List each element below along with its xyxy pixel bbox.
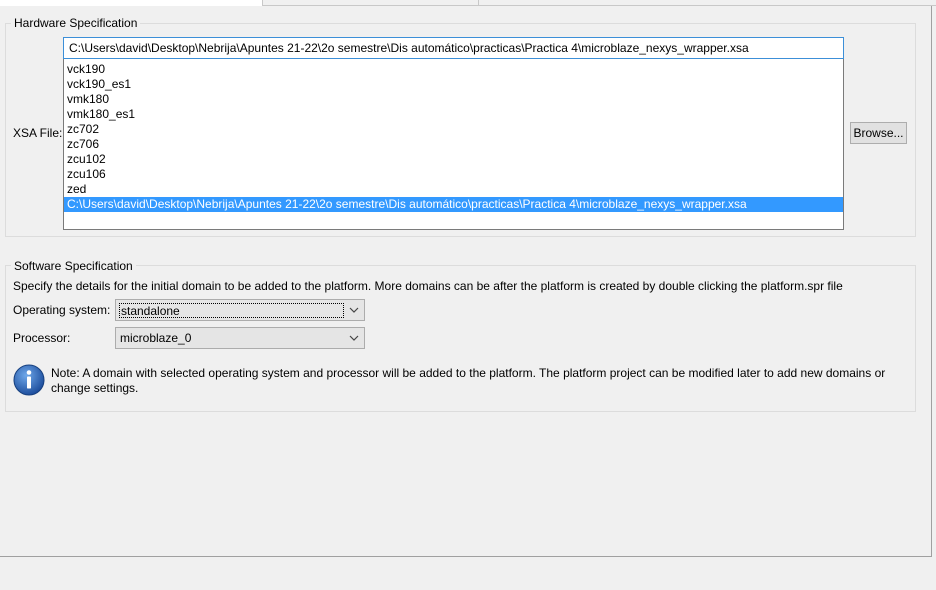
operating-system-value: standalone [119, 303, 344, 318]
xsa-option[interactable]: C:\Users\david\Desktop\Nebrija\Apuntes 2… [64, 197, 843, 212]
operating-system-label: Operating system: [13, 303, 111, 317]
software-specification-title: Software Specification [11, 259, 136, 273]
xsa-option[interactable]: zcu102 [64, 152, 843, 167]
processor-label: Processor: [13, 331, 71, 345]
xsa-option[interactable]: zc702 [64, 122, 843, 137]
xsa-option[interactable]: vck190 [64, 62, 843, 77]
xsa-option[interactable]: vmk180_es1 [64, 107, 843, 122]
xsa-option[interactable]: vck190_es1 [64, 77, 843, 92]
chevron-down-icon [349, 335, 359, 341]
xsa-dropdown-list[interactable]: vck190 vck190_es1 vmk180 vmk180_es1 zc702 zc7… [63, 59, 844, 230]
info-icon [13, 364, 45, 396]
xsa-option[interactable]: zcu106 [64, 167, 843, 182]
xsa-file-label: XSA File: [13, 126, 63, 140]
operating-system-select[interactable]: standalone [115, 299, 365, 321]
processor-select[interactable]: microblaze_0 [115, 327, 365, 349]
xsa-option[interactable]: zc706 [64, 137, 843, 152]
chevron-down-icon [349, 307, 359, 313]
hardware-specification-title: Hardware Specification [11, 16, 141, 30]
xsa-option[interactable]: zed [64, 182, 843, 197]
processor-value: microblaze_0 [120, 331, 192, 345]
software-description: Specify the details for the initial doma… [13, 279, 843, 293]
browse-button[interactable]: Browse... [850, 122, 907, 144]
xsa-option[interactable]: vmk180 [64, 92, 843, 107]
xsa-file-input[interactable]: C:\Users\david\Desktop\Nebrija\Apuntes 2… [63, 37, 844, 59]
info-note: Note: A domain with selected operating s… [51, 366, 886, 395]
